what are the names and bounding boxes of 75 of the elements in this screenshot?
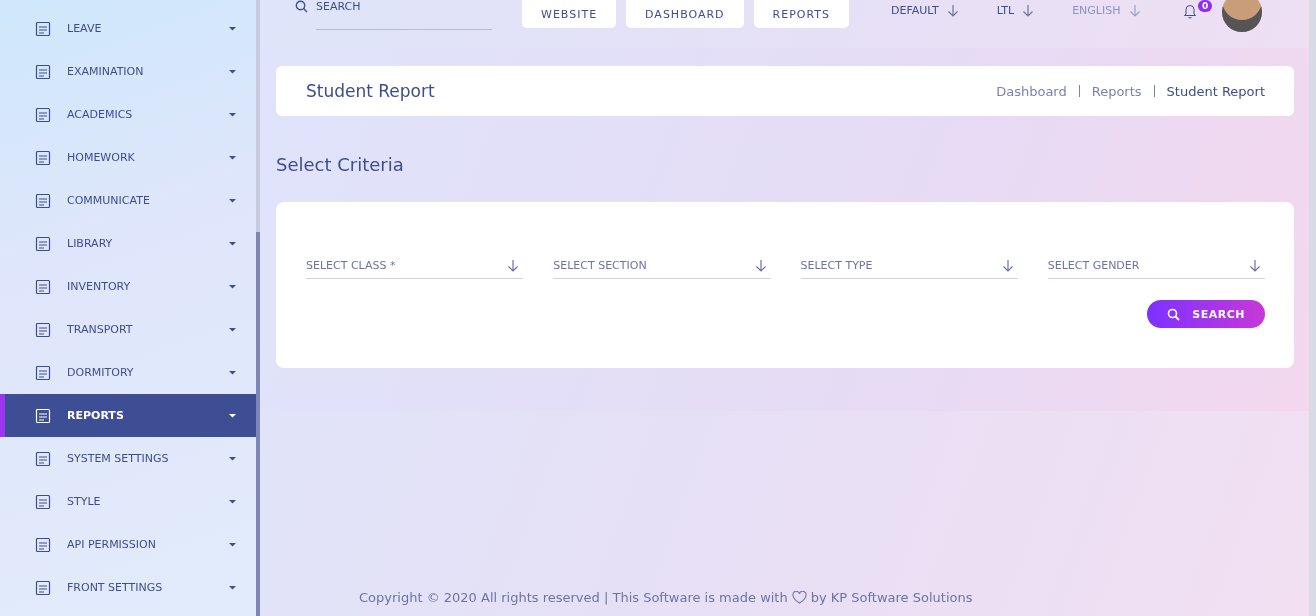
document-icon: [35, 364, 51, 381]
sidebar-item[interactable]: LEAVE: [0, 7, 256, 50]
search-button[interactable]: SEARCH: [1147, 300, 1265, 328]
caret-icon: [229, 26, 236, 31]
caret-icon: [229, 413, 236, 418]
sidebar-item[interactable]: ACADEMICS: [0, 93, 256, 136]
search-icon: [295, 0, 308, 13]
sidebar-item[interactable]: SYSTEM SETTINGS: [0, 437, 256, 480]
caret-icon: [229, 585, 236, 590]
sidebar-item[interactable]: DORMITORY: [0, 351, 256, 394]
heart-icon: [791, 591, 807, 604]
sidebar-item[interactable]: API PERMISSION: [0, 523, 256, 566]
caret-icon: [229, 112, 236, 117]
caret-icon: [229, 241, 236, 246]
select-field[interactable]: SELECT CLASS *: [306, 254, 524, 279]
document-icon: [35, 63, 51, 80]
footer-text: Copyright © 2020 All rights reserved | This Software is made with: [359, 590, 788, 605]
nav-button[interactable]: REPORTS: [753, 0, 850, 28]
document-icon: [35, 278, 51, 295]
document-icon: [35, 493, 51, 510]
document-icon: [35, 20, 51, 37]
sidebar-item[interactable]: FRONT SETTINGS: [0, 566, 256, 609]
document-icon: [35, 579, 51, 596]
scrollbar[interactable]: [1309, 0, 1316, 616]
sidebar-item[interactable]: EXAMINATION: [0, 50, 256, 93]
caret-icon: [229, 69, 236, 74]
select-field[interactable]: SELECT GENDER: [1047, 254, 1265, 279]
arrow-down-icon: [1249, 258, 1261, 272]
select-field[interactable]: SELECT TYPE: [800, 254, 1018, 279]
document-icon: [35, 192, 51, 209]
dropdown[interactable]: DEFAULT: [891, 4, 959, 17]
select-field[interactable]: SELECT SECTION: [553, 254, 771, 279]
bell-icon[interactable]: [1182, 3, 1197, 19]
caret-icon: [229, 327, 236, 332]
document-icon: [35, 106, 51, 123]
document-icon: [35, 536, 51, 553]
document-icon: [35, 321, 51, 338]
sidebar-item[interactable]: COMMUNICATE: [0, 179, 256, 222]
nav-button[interactable]: WEBSITE: [522, 0, 617, 28]
nav-button[interactable]: DASHBOARD: [626, 0, 744, 28]
arrow-down-icon: [1001, 258, 1014, 272]
breadcrumb-link[interactable]: Dashboard: [996, 83, 1067, 99]
sidebar-item[interactable]: INVENTORY: [0, 265, 256, 308]
caret-icon: [229, 370, 236, 375]
search-field[interactable]: SEARCH: [316, 0, 492, 30]
page-title: Student Report: [306, 81, 435, 101]
caret-icon: [229, 155, 236, 160]
breadcrumb-current: Student Report: [1166, 83, 1265, 99]
caret-icon: [229, 499, 236, 504]
avatar[interactable]: [1221, 0, 1262, 32]
document-icon: [35, 407, 51, 424]
breadcrumb-link[interactable]: Reports: [1091, 83, 1142, 99]
caret-icon: [229, 198, 236, 203]
document-icon: [35, 235, 51, 252]
arrow-down-icon: [507, 258, 520, 272]
caret-icon: [229, 284, 236, 289]
caret-icon: [229, 456, 236, 461]
caret-icon: [229, 542, 236, 547]
document-icon: [35, 450, 51, 467]
scrollbar[interactable]: [256, 0, 260, 616]
dropdown[interactable]: LTL: [996, 4, 1035, 17]
footer-text: by KP Software Solutions: [810, 590, 973, 605]
arrow-down-icon: [1022, 4, 1035, 17]
section-heading: Select Criteria: [276, 154, 405, 175]
sidebar-item[interactable]: HOMEWORK: [0, 136, 256, 179]
search-icon: [1167, 307, 1181, 321]
arrow-down-icon: [946, 4, 959, 17]
sidebar-item[interactable]: TRANSPORT: [0, 308, 256, 351]
sidebar-item[interactable]: REPORTS: [0, 394, 256, 437]
sidebar-item[interactable]: STYLE: [0, 480, 256, 523]
document-icon: [35, 149, 51, 166]
arrow-down-icon: [1128, 4, 1141, 17]
arrow-down-icon: [754, 258, 767, 272]
notification-badge: 0: [1198, 0, 1213, 12]
sidebar-item[interactable]: LIBRARY: [0, 222, 256, 265]
